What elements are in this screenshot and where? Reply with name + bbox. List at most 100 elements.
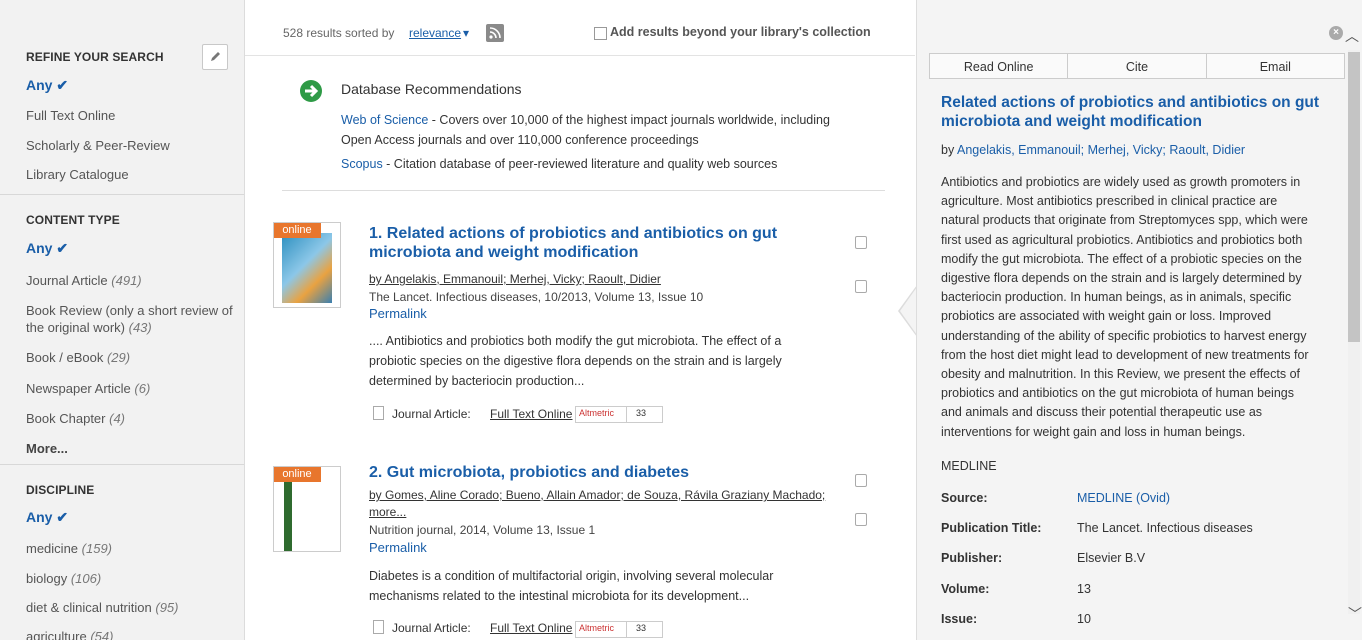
- content-type-item[interactable]: Book Review (only a short review of the …: [26, 302, 241, 336]
- discipline-label: medicine: [26, 541, 79, 556]
- divider: [626, 622, 627, 637]
- cite-button[interactable]: Cite: [1067, 53, 1207, 79]
- abstract-line: Antibiotics and probiotics are widely us…: [941, 175, 1301, 189]
- chevron-down-icon[interactable]: ﹀: [1348, 604, 1362, 624]
- abstract-line: probiotics and antibiotics on the gut mi…: [941, 386, 1294, 401]
- content-type-item[interactable]: Journal Article (491): [26, 272, 142, 289]
- filter-scholarly[interactable]: Scholarly & Peer-Review: [26, 137, 170, 154]
- abstract-line: probiotics are associated with weight ga…: [941, 309, 1272, 324]
- field-label: Publisher:: [941, 551, 1003, 565]
- discipline-label: biology: [26, 571, 68, 586]
- result-title-line: 1. Related actions of probiotics and ant…: [369, 225, 778, 242]
- content-type-label: Journal Article: [26, 273, 108, 288]
- result-authors[interactable]: by Gomes, Aline Corado; Bueno, Allain Am…: [369, 488, 825, 502]
- content-type-any[interactable]: Any ✔: [26, 240, 68, 257]
- content-type-count: (43): [128, 320, 152, 335]
- field-label: Volume:: [941, 582, 990, 596]
- abstract-line: natural products that originate from Str…: [941, 213, 1308, 228]
- rss-icon: [489, 27, 501, 39]
- scopus-link[interactable]: Scopus: [341, 157, 383, 171]
- content-type-count: (6): [134, 381, 151, 396]
- permalink[interactable]: Permalink: [369, 540, 427, 555]
- full-text-online-link[interactable]: Full Text Online: [490, 407, 572, 421]
- read-online-button[interactable]: Read Online: [929, 53, 1069, 79]
- content-type-item[interactable]: Book Chapter (4): [26, 410, 125, 427]
- discipline-item[interactable]: agriculture (54): [26, 628, 113, 640]
- result-title-link[interactable]: 1. Related actions of probiotics and ant…: [369, 224, 789, 262]
- abstract-line: agriculture. Most antibiotics prescribed…: [941, 194, 1278, 209]
- full-text-online-link[interactable]: Full Text Online: [490, 621, 572, 635]
- edit-refine-button[interactable]: [202, 44, 228, 70]
- source-link[interactable]: MEDLINE (Ovid): [1077, 491, 1170, 505]
- cover-image: [284, 477, 292, 551]
- abstract-line: modify the gut microbiota. The effect of…: [941, 251, 1302, 266]
- discipline-count: (159): [81, 541, 113, 556]
- more-authors-link[interactable]: more...: [369, 505, 406, 519]
- web-of-science-link[interactable]: Web of Science: [341, 113, 428, 127]
- altmetric-badge[interactable]: Altmetric 33: [575, 406, 663, 423]
- recommendation-desc: Open Access journals and over 110,000 co…: [341, 133, 699, 147]
- preview-icon[interactable]: [855, 236, 867, 249]
- folder-icon[interactable]: [855, 513, 867, 526]
- detail-pointer: [900, 287, 917, 335]
- snippet-line: determined by bacteriocin production...: [369, 374, 585, 388]
- refine-any[interactable]: Any ✔: [26, 77, 68, 94]
- field-value: Elsevier B.V: [1077, 551, 1146, 565]
- beyond-collection-checkbox[interactable]: [594, 27, 607, 40]
- snippet-line: .... Antibiotics and probiotics both mod…: [369, 334, 782, 348]
- snippet-line: probiotic species on the digestive flora…: [369, 354, 782, 368]
- result-title-link[interactable]: 2. Gut microbiota, probiotics and diabet…: [369, 463, 789, 482]
- online-tag: online: [274, 223, 321, 238]
- discipline-item[interactable]: biology (106): [26, 570, 101, 587]
- field-value: The Lancet. Infectious diseases: [1077, 521, 1253, 535]
- detail-authors-link[interactable]: Angelakis, Emmanouil; Merhej, Vicky; Rao…: [957, 143, 1245, 157]
- email-button[interactable]: Email: [1205, 53, 1345, 79]
- content-type-label: Newspaper Article: [26, 381, 131, 396]
- discipline-item[interactable]: diet & clinical nutrition (95): [26, 599, 178, 616]
- content-type-item[interactable]: Newspaper Article (6): [26, 380, 150, 397]
- close-icon[interactable]: ×: [1329, 26, 1343, 40]
- abstract: Antibiotics and probiotics are widely us…: [941, 173, 1341, 442]
- discipline-count: (95): [155, 600, 179, 615]
- snippet-line: mechanisms related to the intestinal mic…: [369, 589, 750, 603]
- pencil-icon: [211, 52, 220, 61]
- detail-panel: × ︿ Read Online Cite Email Related actio…: [916, 0, 1362, 640]
- refine-title: REFINE YOUR SEARCH: [26, 50, 164, 64]
- filter-library-catalogue[interactable]: Library Catalogue: [26, 166, 129, 183]
- discipline-item[interactable]: medicine (159): [26, 540, 112, 557]
- refine-sidebar: REFINE YOUR SEARCH Any ✔ Full Text Onlin…: [0, 0, 245, 640]
- cover-image: [282, 233, 332, 303]
- altmetric-badge[interactable]: Altmetric 33: [575, 621, 663, 638]
- content-type-label: Book Chapter: [26, 411, 106, 426]
- result-authors[interactable]: by Angelakis, Emmanouil; Merhej, Vicky; …: [369, 272, 661, 286]
- content-type-count: (491): [111, 273, 142, 288]
- content-type-label: Book Review (only a short review of: [26, 303, 233, 318]
- detail-authors: by Angelakis, Emmanouil; Merhej, Vicky; …: [941, 143, 1245, 157]
- sort-dropdown[interactable]: relevance ▾: [409, 26, 469, 40]
- abstract-line: from the host diet might lead to develop…: [941, 347, 1309, 362]
- folder-icon[interactable]: [855, 280, 867, 293]
- filter-full-text-online[interactable]: Full Text Online: [26, 107, 115, 124]
- content-type-more-link[interactable]: More...: [26, 441, 68, 456]
- result-thumbnail[interactable]: online: [273, 466, 341, 552]
- result-thumbnail[interactable]: online: [273, 222, 341, 308]
- beyond-collection-label[interactable]: Add results beyond your library's collec…: [610, 25, 871, 39]
- field-label: Issue:: [941, 612, 978, 626]
- content-type-item[interactable]: Book / eBook (29): [26, 349, 130, 366]
- field-value: 13: [1077, 582, 1091, 596]
- rss-button[interactable]: [486, 24, 504, 42]
- arrow-right-icon: [305, 84, 319, 98]
- permalink[interactable]: Permalink: [369, 306, 427, 321]
- results-toolbar: 528 results sorted by relevance ▾ Add res…: [245, 0, 915, 56]
- document-icon: [373, 406, 384, 420]
- discipline-count: (106): [70, 571, 102, 586]
- detail-title-line: Related actions of probiotics and antibi…: [941, 94, 1320, 111]
- chevron-up-icon[interactable]: ︿: [1345, 26, 1359, 46]
- detail-scrollbar-thumb[interactable]: [1348, 52, 1360, 342]
- field-label: Source:: [941, 491, 988, 505]
- divider: [626, 407, 627, 422]
- online-tag: online: [274, 467, 321, 482]
- discipline-any[interactable]: Any ✔: [26, 509, 68, 526]
- field-value: 10: [1077, 612, 1091, 626]
- preview-icon[interactable]: [855, 474, 867, 487]
